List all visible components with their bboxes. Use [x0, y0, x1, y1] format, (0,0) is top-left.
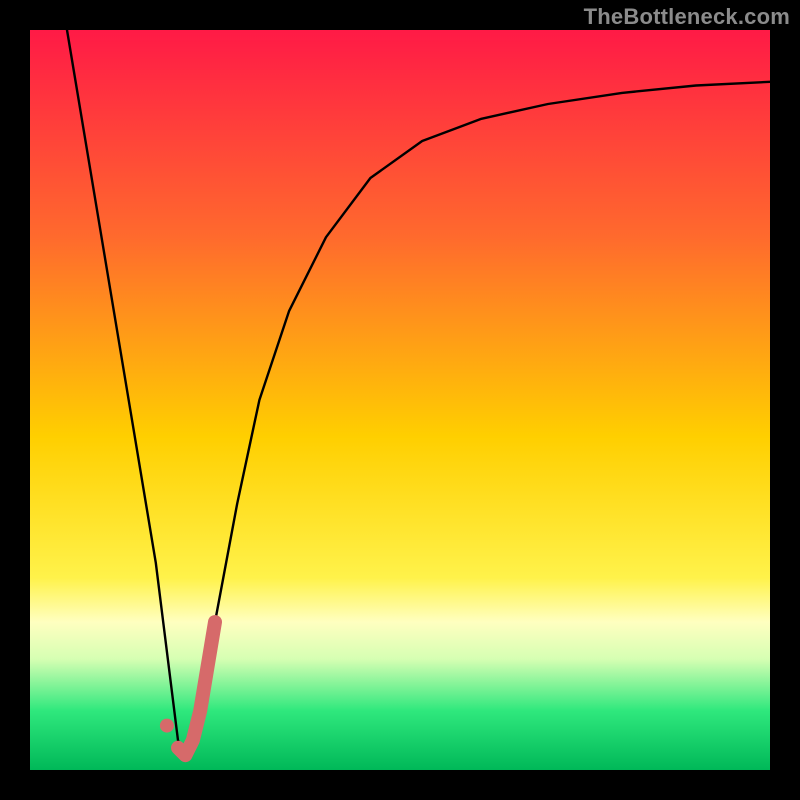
frame-left: [0, 0, 30, 800]
frame-bottom: [0, 770, 800, 800]
chart-stage: TheBottleneck.com: [0, 0, 800, 800]
highlight-dot: [160, 719, 174, 733]
watermark-text: TheBottleneck.com: [584, 4, 790, 30]
frame-right: [770, 0, 800, 800]
chart-svg: [0, 0, 800, 800]
plot-background: [30, 30, 770, 770]
